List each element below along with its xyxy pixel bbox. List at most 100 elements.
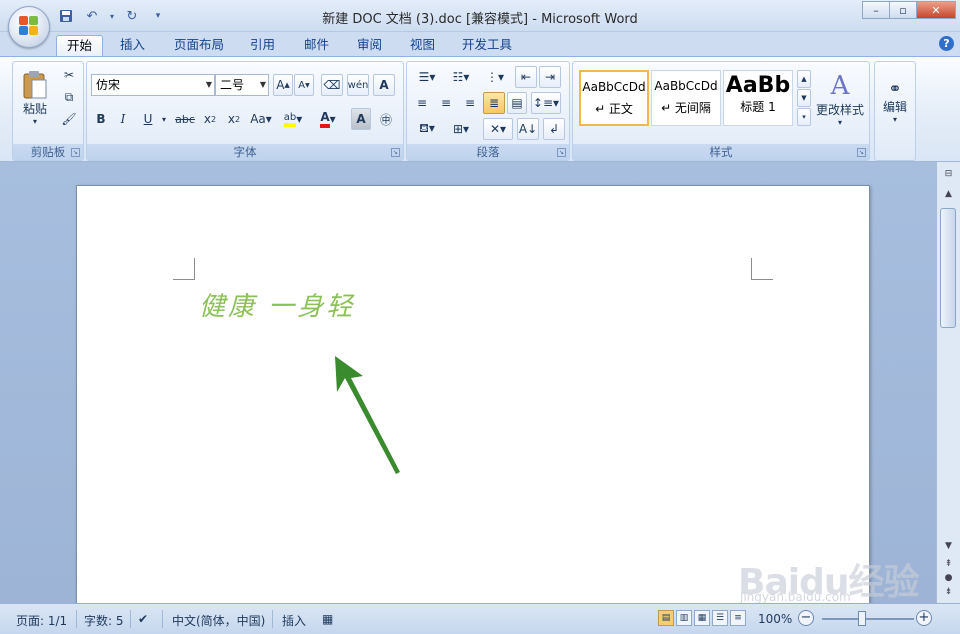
insert-mode-indicator[interactable]: 插入 [282,612,306,629]
borders-icon[interactable]: ⊞▾ [445,118,477,140]
web-layout-view-icon[interactable]: ▦ [694,610,710,626]
tab-page-layout[interactable]: 页面布局 [164,35,234,56]
enclose-characters-icon[interactable]: ㊥ [375,108,397,130]
shading-icon[interactable]: ⛾▾ [411,118,443,140]
superscript-icon[interactable]: x2 [223,108,245,130]
change-styles-button[interactable]: A 更改样式 ▾ [813,64,867,134]
styles-more-icon[interactable]: ▾ [797,108,811,126]
style-normal[interactable]: AaBbCcDd ↵ 正文 [579,70,649,126]
paste-button[interactable]: 粘贴 ▾ [19,64,51,132]
copy-icon[interactable]: ⧉ [59,88,79,106]
style-no-spacing[interactable]: AaBbCcDd ↵ 无间隔 [651,70,721,126]
editing-button[interactable]: ⚭ 编辑 ▾ [877,66,913,136]
increase-indent-icon[interactable]: ⇥ [539,66,561,88]
align-left-icon[interactable]: ≡ [411,92,433,114]
underline-icon[interactable]: U [137,108,159,130]
font-group: 仿宋 ▼ 二号 ▼ A ▲ A ▼ ⌫ wén A B I U ▾ abc x2 x… [86,61,404,161]
font-launcher-icon[interactable]: ↘ [391,148,400,157]
tab-review[interactable]: 审阅 [347,35,392,56]
title-bar: ↶ ▾ ↻ ▾ 新建 DOC 文档 (3).doc [兼容模式] - Micro… [0,0,960,32]
styles-scroll-down-icon[interactable]: ▼ [797,89,811,107]
word-count[interactable]: 字数: 5 [84,612,124,629]
character-shading-icon[interactable]: A [351,108,371,130]
font-name-combo[interactable]: 仿宋 ▼ [91,74,215,96]
zoom-out-icon[interactable]: − [798,610,814,626]
paragraph-launcher-icon[interactable]: ↘ [557,148,566,157]
ruler-toggle-icon[interactable]: ⊟ [940,166,957,182]
distributed-icon[interactable]: ▤ [507,92,527,114]
styles-group-label: 样式 [573,144,869,160]
format-painter-icon[interactable]: 🖌 [59,110,79,128]
styles-launcher-icon[interactable]: ↘ [857,148,866,157]
strikethrough-icon[interactable]: abc [173,108,197,130]
tab-references[interactable]: 引用 [240,35,285,56]
decrease-indent-icon[interactable]: ⇤ [515,66,537,88]
window-title: 新建 DOC 文档 (3).doc [兼容模式] - Microsoft Wor… [322,12,638,27]
clipboard-launcher-icon[interactable]: ↘ [71,148,80,157]
shrink-font-icon[interactable]: A ▼ [294,74,314,96]
draft-view-icon[interactable]: ≡ [730,610,746,626]
change-case-icon[interactable]: Aa▾ [247,108,275,130]
document-text[interactable]: 健康 一身轻 [199,286,355,323]
zoom-slider-thumb[interactable] [858,611,866,626]
subscript-icon[interactable]: x2 [199,108,221,130]
full-screen-reading-view-icon[interactable]: ▥ [676,610,692,626]
highlight-color-icon[interactable]: ab ▾ [279,108,307,130]
zoom-in-icon[interactable]: + [916,610,932,626]
tab-developer[interactable]: 开发工具 [452,35,522,56]
align-right-icon[interactable]: ≡ [459,92,481,114]
tab-view[interactable]: 视图 [400,35,445,56]
font-color-icon[interactable]: A ▾ [313,108,343,130]
underline-dropdown-icon[interactable]: ▾ [159,108,169,130]
character-border-icon[interactable]: A [373,74,395,96]
show-hide-marks-icon[interactable]: ↲ [543,118,565,140]
document-page[interactable]: 健康 一身轻 [76,185,870,615]
cut-icon[interactable]: ✂ [59,66,79,84]
numbering-icon[interactable]: ☷▾ [445,66,477,88]
italic-icon[interactable]: I [113,108,133,130]
style-name: 标题 1 [740,100,776,114]
proofing-icon[interactable]: ✔ [138,612,148,626]
margin-marker-top-left [173,258,195,280]
help-icon[interactable]: ? [939,36,954,51]
tab-insert[interactable]: 插入 [110,35,155,56]
restore-button[interactable]: ▫ [889,1,917,19]
scroll-down-icon[interactable]: ▼ [940,538,957,554]
scroll-up-icon[interactable]: ▲ [940,186,957,202]
zoom-slider-track[interactable] [822,618,914,620]
clear-formatting-icon[interactable]: ⌫ [321,74,343,96]
page-indicator[interactable]: 页面: 1/1 [16,612,67,629]
tab-home[interactable]: 开始 [56,35,104,56]
outline-view-icon[interactable]: ☰ [712,610,728,626]
align-center-icon[interactable]: ≡ [435,92,457,114]
paste-icon [23,71,47,99]
font-size-combo[interactable]: 二号 ▼ [215,74,269,96]
next-page-icon[interactable]: ⇟ [940,584,957,600]
print-layout-view-icon[interactable]: ▤ [658,610,674,626]
language-indicator[interactable]: 中文(简体，中国) [172,612,265,629]
office-button[interactable] [8,6,50,48]
scroll-thumb[interactable] [940,208,956,328]
tab-mailings[interactable]: 邮件 [294,35,339,56]
zoom-level[interactable]: 100% [758,612,792,626]
chinese-layout-icon[interactable]: ✕▾ [483,118,513,140]
styles-scroll-up-icon[interactable]: ▲ [797,70,811,88]
sort-icon[interactable]: A↓ [517,118,539,140]
grow-font-icon[interactable]: A ▲ [273,74,293,96]
minimize-button[interactable]: – [862,1,890,19]
macro-recording-icon[interactable]: ▦ [322,612,333,626]
ribbon: 粘贴 ▾ ✂ ⧉ 🖌 剪贴板 ↘ 仿宋 ▼ 二号 ▼ A ▲ A ▼ ⌫ wén A… [0,56,960,162]
status-bar: 页面: 1/1 字数: 5 ✔ 中文(简体，中国) 插入 ▦ ▤ ▥ ▦ ☰ ≡… [0,603,960,634]
style-sample: AaBbCcDd [582,80,646,94]
multilevel-list-icon[interactable]: ⋮▾ [479,66,511,88]
line-spacing-icon[interactable]: ↕≡▾ [531,92,561,114]
annotation-arrow-icon [335,356,400,474]
style-heading-1[interactable]: AaBb 标题 1 [723,70,793,126]
bullets-icon[interactable]: ☰▾ [411,66,443,88]
binoculars-icon: ⚭ [888,78,902,98]
phonetic-guide-icon[interactable]: wén [347,74,369,96]
vertical-scrollbar[interactable]: ⊟ ▲ ▼ ⇞ ● ⇟ [936,162,960,603]
bold-icon[interactable]: B [91,108,111,130]
justify-icon[interactable]: ≣ [483,92,505,114]
close-button[interactable]: ✕ [916,1,956,19]
